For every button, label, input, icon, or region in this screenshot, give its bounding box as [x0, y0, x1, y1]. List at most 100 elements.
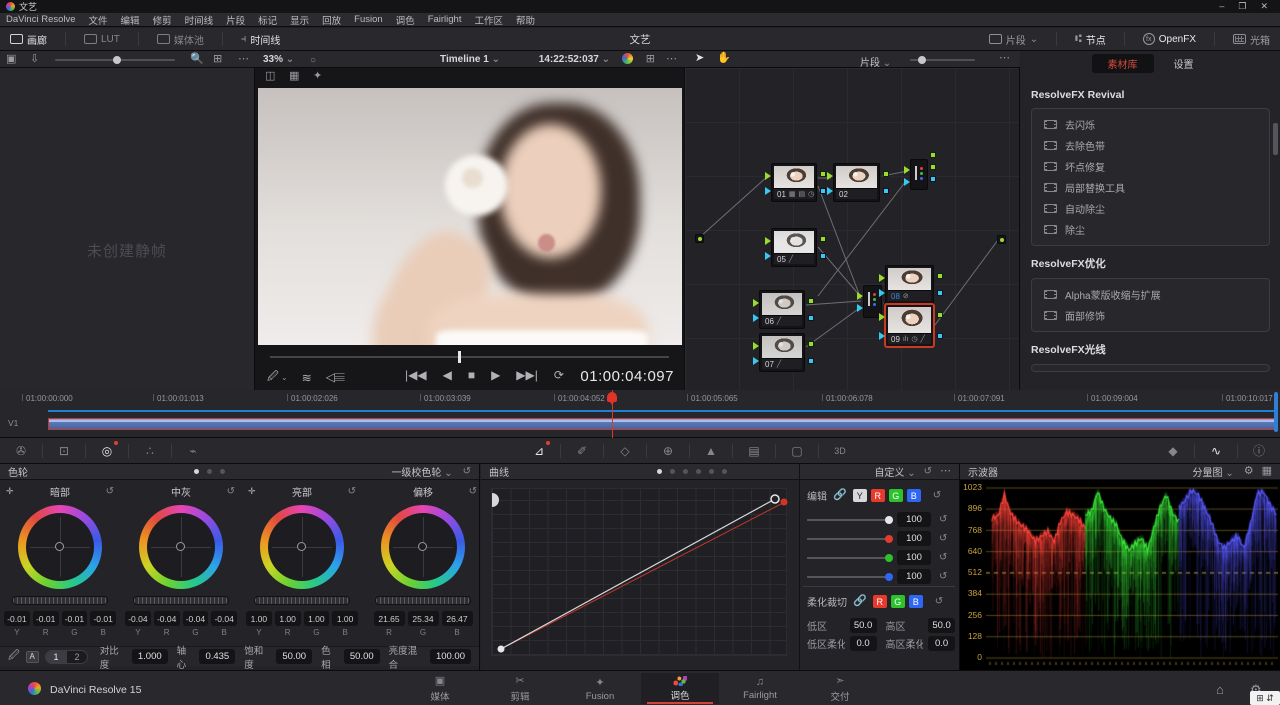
softclip-link-icon[interactable]: 🔗 [853, 596, 867, 607]
auto-balance-icon[interactable]: 🖉 [8, 651, 20, 662]
maximize-button[interactable]: ❐ [1238, 1, 1246, 12]
key-icon[interactable]: ▤ [741, 441, 767, 461]
color-wheel-ring[interactable] [18, 505, 102, 589]
close-button[interactable]: ✕ [1260, 1, 1268, 12]
master-wheel[interactable] [254, 596, 350, 605]
go-to-end-button[interactable]: ▶▶| [516, 368, 538, 382]
curve-channel-R[interactable]: R [871, 489, 885, 502]
rgb-mixer-icon[interactable]: ∴ [137, 441, 163, 461]
curves-icon[interactable]: ⊿ [526, 441, 552, 461]
corrector-node-09[interactable]: 09ılı◷╱ [885, 304, 934, 347]
viewer-scrub-bar[interactable] [270, 356, 669, 358]
highlight-wand-icon[interactable]: ✦ [313, 71, 322, 82]
mixer-node[interactable] [910, 159, 928, 190]
fx-item[interactable]: 坏点修复 [1032, 156, 1269, 177]
auto-color-icon[interactable]: A [26, 651, 39, 663]
corrector-node-05[interactable]: 05╱ [771, 228, 817, 267]
tracker-icon[interactable]: ⊕ [655, 441, 681, 461]
fx-item[interactable]: 去闪烁 [1032, 114, 1269, 135]
motion-effects-icon[interactable]: ⌁ [180, 441, 206, 461]
stop-button[interactable]: ■ [468, 368, 475, 382]
param-value[interactable]: 0.435 [199, 649, 235, 664]
param-value[interactable]: 50.00 [276, 649, 312, 664]
timeline-clip[interactable] [48, 418, 1278, 430]
timeline-toggle-button[interactable]: ⫞ 时间线 [231, 28, 291, 50]
loop-button[interactable]: ⟳ [554, 368, 564, 382]
link-icon[interactable]: 🔗 [833, 490, 847, 501]
gallery-toggle-button[interactable]: 画廊 [0, 28, 57, 50]
curves-mode-select[interactable]: 自定义 ⌄ [874, 464, 915, 479]
viewer-expand-icon[interactable]: ⊞ [646, 54, 655, 65]
color-wheels-icon[interactable]: ◎ [94, 441, 120, 461]
minimize-button[interactable]: – [1219, 1, 1224, 12]
page-tab-剪辑[interactable]: ✂剪辑 [481, 673, 559, 704]
master-wheel[interactable] [133, 596, 229, 605]
page-tab-交付[interactable]: ➣交付 [801, 673, 879, 704]
stills-view-icon[interactable]: ▣ [6, 54, 16, 65]
go-to-start-button[interactable]: |◀◀ [405, 368, 427, 382]
channel-slider-R[interactable] [807, 538, 889, 540]
wheel-value[interactable]: 21.65 [374, 611, 405, 626]
openfx-toggle-button[interactable]: fx OpenFX [1133, 28, 1206, 50]
split-screen-icon[interactable]: ▦ [289, 71, 299, 82]
layers-icon[interactable]: ≋ [302, 371, 312, 385]
scope-mode-select[interactable]: 分量图 ⌄ [1193, 464, 1234, 479]
slider-reset-icon[interactable]: ↺ [939, 533, 947, 544]
color-match-icon[interactable]: ⊡ [51, 441, 77, 461]
fx-item[interactable]: Alpha蒙版收缩与扩展 [1032, 284, 1269, 305]
lightbox-toggle-button[interactable]: 光箱 [1223, 28, 1280, 50]
fx-item[interactable]: 除尘 [1032, 219, 1269, 240]
corrector-node-07[interactable]: 07╱ [759, 333, 805, 372]
channel-slider-value[interactable]: 100 [897, 569, 931, 584]
color-viewer-icon[interactable] [622, 53, 633, 64]
menu-item-6[interactable]: 标记 [258, 13, 277, 27]
page-tab-Fusion[interactable]: ✦Fusion [561, 673, 639, 704]
gallery-zoom-slider[interactable] [55, 59, 175, 61]
camera-raw-icon[interactable]: ✇ [8, 441, 34, 461]
ime-toolbar[interactable]: ⊞ ⇵ [1250, 691, 1280, 705]
scope-settings-icon[interactable]: ⚙ [1244, 466, 1254, 477]
grab-still-icon[interactable]: ⇩ [30, 54, 39, 65]
edit-reset-icon[interactable]: ↺ [933, 490, 941, 501]
curves-pager-dots[interactable] [657, 469, 727, 474]
project-manager-icon[interactable]: ⌂ [1216, 683, 1224, 696]
lut-toggle-button[interactable]: LUT [74, 28, 130, 50]
fx-tab-0[interactable]: 素材库 [1092, 54, 1154, 73]
picker-crosshair-icon[interactable]: ✛ [248, 486, 256, 497]
page-tab-调色[interactable]: 调色 [641, 673, 719, 704]
wheels-mode-select[interactable]: 一级校色轮 ⌄ [391, 464, 452, 479]
wheel-reset-icon[interactable]: ↺ [227, 486, 235, 497]
keyframes-icon[interactable]: ◆ [1160, 441, 1186, 461]
fx-item[interactable]: 局部替换工具 [1032, 177, 1269, 198]
wheel-value[interactable]: -0.04 [125, 611, 151, 626]
curve-channel-Y[interactable]: Y [853, 489, 867, 502]
softclip-value[interactable]: 0.0 [850, 636, 877, 651]
master-wheel[interactable] [12, 596, 108, 605]
viewer-timecode-select[interactable]: 14:22:52:037 ⌄ [539, 54, 610, 65]
fx-item[interactable]: 去除色带 [1032, 135, 1269, 156]
softclip-channel-B[interactable]: B [909, 595, 923, 608]
channel-slider-Y[interactable] [807, 519, 889, 521]
wheels-pager-dots[interactable] [194, 469, 225, 474]
curves-reset-icon[interactable]: ↺ [924, 466, 932, 477]
scopes-icon[interactable]: ∿ [1203, 441, 1229, 461]
wheels-reset-icon[interactable]: ↺ [463, 466, 471, 477]
audio-mute-icon[interactable]: ◁𝄙 [326, 370, 345, 385]
curve-channel-B[interactable]: B [907, 489, 921, 502]
wheel-value[interactable]: 25.34 [408, 611, 439, 626]
softclip-value[interactable]: 50.0 [928, 618, 955, 633]
menu-item-8[interactable]: 回放 [322, 13, 341, 27]
channel-slider-G[interactable] [807, 557, 889, 559]
timeline-scrollbar[interactable] [1274, 392, 1278, 432]
fx-item[interactable]: 自动除尘 [1032, 198, 1269, 219]
wheel-value[interactable]: 1.00 [304, 611, 330, 626]
menu-item-5[interactable]: 片段 [226, 13, 245, 27]
color-wheel-ring[interactable] [260, 505, 344, 589]
wheels-page-1[interactable]: 1 [46, 651, 67, 663]
slider-reset-icon[interactable]: ↺ [939, 514, 947, 525]
wheel-value[interactable]: 1.00 [275, 611, 301, 626]
menu-item-9[interactable]: Fusion [354, 14, 383, 25]
nodes-toggle-button[interactable]: ⑆ 节点 [1065, 28, 1116, 50]
page-tab-Fairlight[interactable]: ♫Fairlight [721, 673, 799, 704]
blur-icon[interactable]: ▲ [698, 441, 724, 461]
